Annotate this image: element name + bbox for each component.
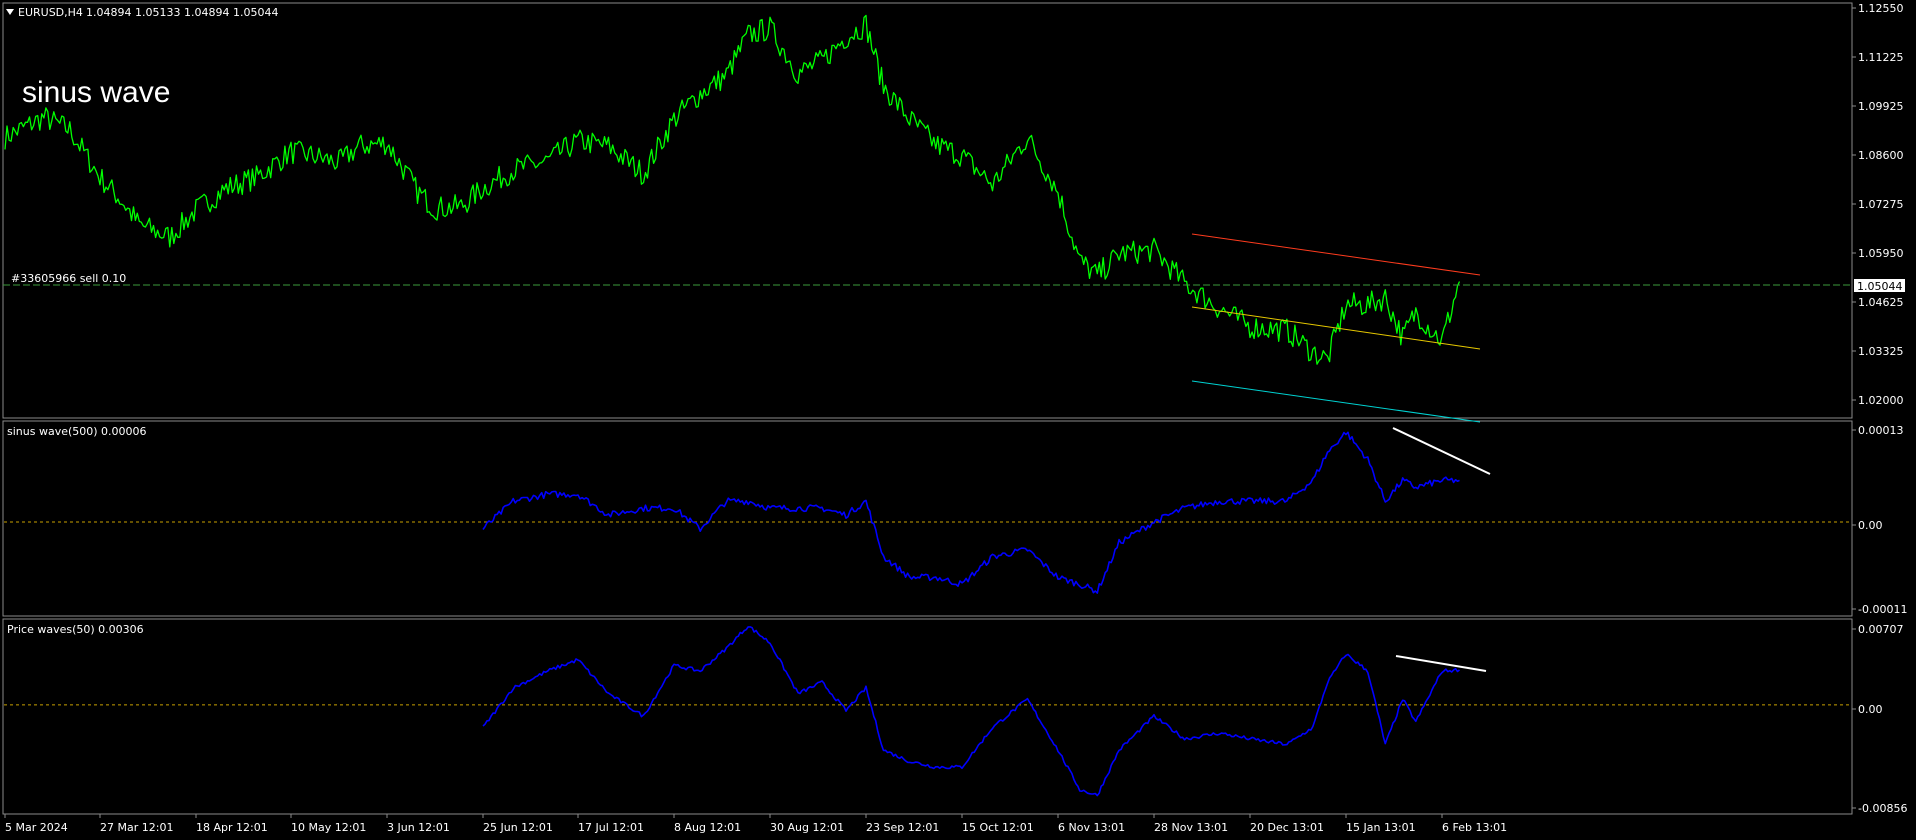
x-tick-label: 8 Aug 12:01: [674, 821, 741, 834]
sinus-y-tick-label: 0.00013: [1858, 424, 1904, 437]
x-tick-label: 23 Sep 12:01: [866, 821, 939, 834]
wave-y-tick-label: -0.00856: [1858, 802, 1907, 815]
trading-chart[interactable]: EURUSD,H4 1.04894 1.05133 1.04894 1.0504…: [0, 0, 1916, 840]
price-y-tick-label: 1.04625: [1858, 296, 1904, 309]
x-tick-label: 20 Dec 13:01: [1250, 821, 1324, 834]
current-price-label: 1.05044: [1857, 280, 1903, 293]
order-label: #33605966 sell 0.10: [11, 272, 126, 285]
x-tick-label: 28 Nov 13:01: [1154, 821, 1228, 834]
price-y-tick-label: 1.11225: [1858, 51, 1904, 64]
sinus-indicator-title: sinus wave(500) 0.00006: [7, 425, 147, 438]
x-tick-label: 18 Apr 12:01: [196, 821, 268, 834]
sinus-y-tick-label: 0.00: [1858, 519, 1883, 532]
wave-y-tick-label: 0.00707: [1858, 623, 1904, 636]
x-tick-label: 17 Jul 12:01: [578, 821, 644, 834]
x-tick-label: 15 Jan 13:01: [1346, 821, 1416, 834]
wave-y-tick-label: 0.00: [1858, 703, 1883, 716]
x-tick-label: 25 Jun 12:01: [483, 821, 553, 834]
symbol-header: EURUSD,H4 1.04894 1.05133 1.04894 1.0504…: [6, 6, 278, 19]
symbol-label: EURUSD,H4: [18, 6, 83, 19]
x-tick-label: 10 May 12:01: [291, 821, 366, 834]
x-tick-label: 27 Mar 12:01: [100, 821, 173, 834]
x-tick-label: 6 Nov 13:01: [1058, 821, 1125, 834]
x-tick-label: 6 Feb 13:01: [1442, 821, 1507, 834]
pricewave-indicator-title: Price waves(50) 0.00306: [7, 623, 144, 636]
x-tick-label: 3 Jun 12:01: [387, 821, 450, 834]
price-y-tick-label: 1.02000: [1858, 394, 1904, 407]
price-y-tick-label: 1.07275: [1858, 198, 1904, 211]
price-y-tick-label: 1.09925: [1858, 100, 1904, 113]
chart-background: [0, 0, 1916, 840]
x-tick-label: 15 Oct 12:01: [962, 821, 1034, 834]
study-title: sinus wave: [22, 76, 170, 109]
price-y-tick-label: 1.03325: [1858, 345, 1904, 358]
sinus-y-tick-label: -0.00011: [1858, 603, 1907, 616]
price-y-tick-label: 1.08600: [1858, 149, 1904, 162]
price-y-tick-label: 1.12550: [1858, 2, 1904, 15]
ohlc-values: 1.04894 1.05133 1.04894 1.05044: [86, 6, 278, 19]
x-tick-label: 5 Mar 2024: [5, 821, 68, 834]
x-tick-label: 30 Aug 12:01: [770, 821, 844, 834]
price-y-tick-label: 1.05950: [1858, 247, 1904, 260]
